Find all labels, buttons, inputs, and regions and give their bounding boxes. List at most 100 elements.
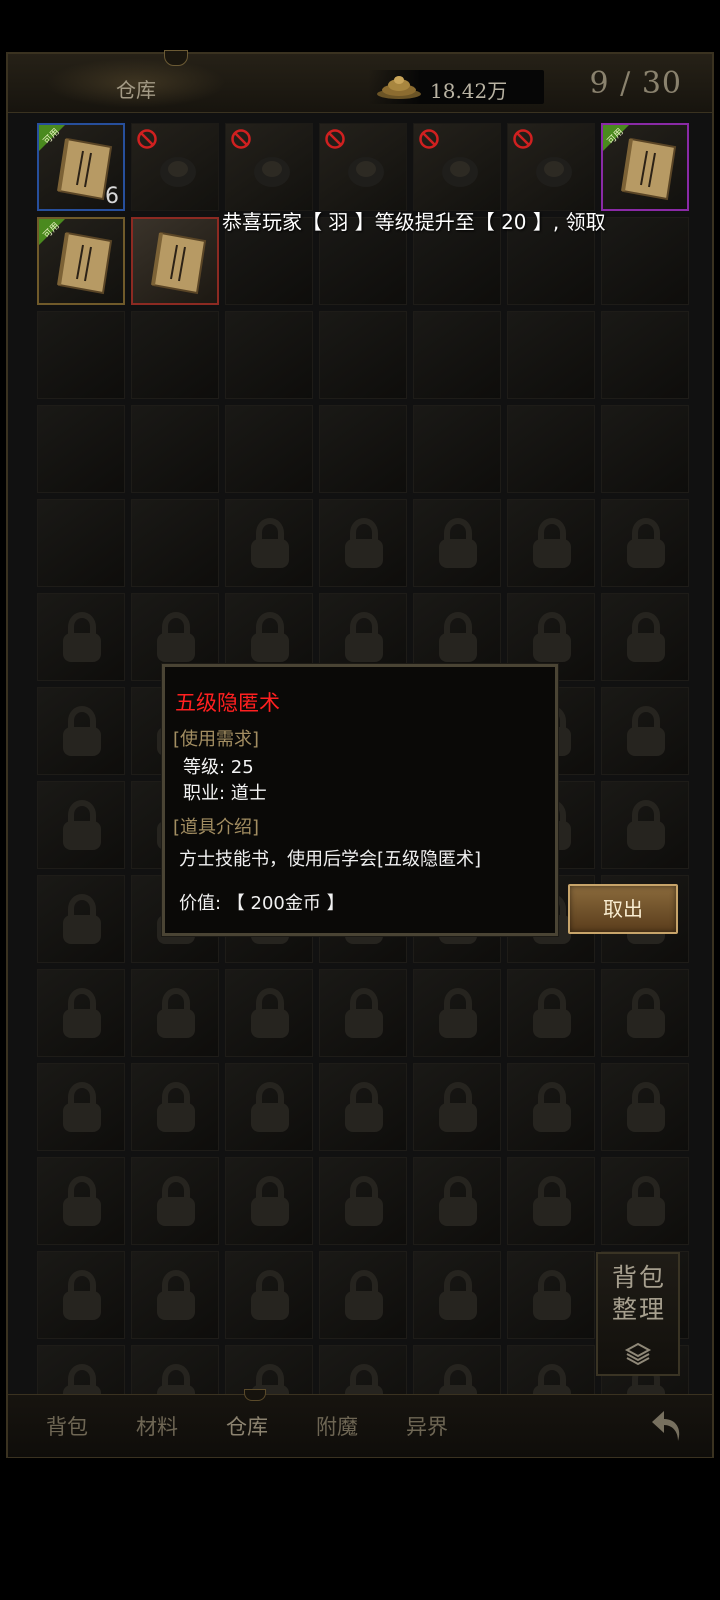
locked-slot[interactable] (601, 593, 689, 681)
lock-icon (439, 1270, 477, 1320)
empty-slot[interactable] (37, 499, 125, 587)
locked-slot[interactable] (413, 1063, 501, 1151)
locked-slot[interactable] (37, 1251, 125, 1339)
inventory-slot-skill-book-4[interactable] (131, 217, 219, 305)
locked-slot[interactable] (225, 1157, 313, 1245)
sort-bag-button[interactable]: 背包 整理 (596, 1252, 680, 1376)
locked-slot[interactable] (413, 499, 501, 587)
locked-slot[interactable] (131, 1251, 219, 1339)
equipment-icon (254, 157, 290, 187)
locked-slot[interactable] (507, 1157, 595, 1245)
empty-slot[interactable] (319, 311, 407, 399)
tab-materials[interactable]: 材料 (136, 1411, 178, 1441)
locked-slot[interactable] (601, 969, 689, 1057)
locked-slot[interactable] (413, 1251, 501, 1339)
locked-slot[interactable] (601, 687, 689, 775)
empty-slot[interactable] (601, 217, 689, 305)
empty-slot[interactable] (413, 311, 501, 399)
empty-slot[interactable] (225, 311, 313, 399)
lock-icon (627, 612, 665, 662)
empty-slot[interactable] (225, 405, 313, 493)
unusable-icon (231, 129, 251, 149)
stack-count: 6 (105, 184, 119, 209)
empty-slot[interactable] (37, 405, 125, 493)
empty-slot[interactable] (507, 311, 595, 399)
locked-slot[interactable] (601, 1157, 689, 1245)
locked-slot[interactable] (37, 1157, 125, 1245)
locked-slot[interactable] (319, 969, 407, 1057)
inventory-slot-gem[interactable] (225, 123, 313, 211)
locked-slot[interactable] (601, 499, 689, 587)
lock-icon (439, 612, 477, 662)
locked-slot[interactable] (225, 1251, 313, 1339)
lock-icon (63, 894, 101, 944)
empty-slot[interactable] (131, 405, 219, 493)
lock-icon (251, 988, 289, 1038)
tab-warehouse[interactable]: 仓库 (226, 1411, 268, 1441)
locked-slot[interactable] (319, 1251, 407, 1339)
locked-slot[interactable] (507, 1251, 595, 1339)
inventory-slot-helmet[interactable] (131, 123, 219, 211)
locked-slot[interactable] (319, 499, 407, 587)
system-notice: 恭喜玩家【 羽 】等级提升至【 20 】, 领取 (222, 210, 606, 234)
sort-bag-label: 背包 整理 (604, 1262, 674, 1326)
item-value: 价值: 【 200金币 】 (179, 893, 345, 914)
lock-icon (627, 800, 665, 850)
locked-slot[interactable] (507, 969, 595, 1057)
locked-slot[interactable] (413, 1157, 501, 1245)
locked-slot[interactable] (131, 1157, 219, 1245)
take-out-button[interactable]: 取出 (568, 884, 678, 934)
locked-slot[interactable] (319, 1157, 407, 1245)
locked-slot[interactable] (225, 1063, 313, 1151)
inventory-slot-armor[interactable] (319, 123, 407, 211)
locked-slot[interactable] (131, 1063, 219, 1151)
locked-slot[interactable] (413, 969, 501, 1057)
warehouse-tab-header: 仓库 (46, 50, 226, 108)
empty-slot[interactable] (601, 311, 689, 399)
tab-enchant[interactable]: 附魔 (316, 1411, 358, 1441)
tab-backpack[interactable]: 背包 (46, 1411, 88, 1441)
locked-slot[interactable] (37, 969, 125, 1057)
lock-icon (251, 1270, 289, 1320)
empty-slot[interactable] (507, 405, 595, 493)
empty-slot[interactable] (37, 311, 125, 399)
locked-slot[interactable] (225, 969, 313, 1057)
inventory-slot-skill-book[interactable]: 可用 6 (37, 123, 125, 211)
lock-icon (63, 1270, 101, 1320)
locked-slot[interactable] (37, 1063, 125, 1151)
locked-slot[interactable] (37, 781, 125, 869)
locked-slot[interactable] (37, 593, 125, 681)
equipment-icon (348, 157, 384, 187)
locked-slot[interactable] (37, 875, 125, 963)
locked-slot[interactable] (601, 781, 689, 869)
empty-slot[interactable] (319, 405, 407, 493)
unusable-icon (137, 129, 157, 149)
locked-slot[interactable] (225, 499, 313, 587)
lock-icon (627, 988, 665, 1038)
ornament-icon (164, 50, 188, 66)
class-requirement: 职业: 道士 (183, 783, 267, 804)
empty-slot[interactable] (601, 405, 689, 493)
locked-slot[interactable] (319, 1063, 407, 1151)
lock-icon (157, 612, 195, 662)
empty-slot[interactable] (413, 405, 501, 493)
inventory-slot-mask[interactable] (413, 123, 501, 211)
empty-slot[interactable] (131, 499, 219, 587)
inventory-slot-gem-2[interactable] (507, 123, 595, 211)
currency-value: 18.42万 (430, 79, 508, 103)
lock-icon (439, 1176, 477, 1226)
locked-slot[interactable] (37, 687, 125, 775)
locked-slot[interactable] (507, 1063, 595, 1151)
empty-slot[interactable] (131, 311, 219, 399)
lock-icon (533, 1082, 571, 1132)
inventory-slot-skill-book-2[interactable]: 可用 (601, 123, 689, 211)
tab-otherworld[interactable]: 异界 (406, 1411, 448, 1441)
inventory-slot-skill-book-3[interactable]: 可用 (37, 217, 125, 305)
locked-slot[interactable] (131, 969, 219, 1057)
locked-slot[interactable] (507, 499, 595, 587)
equipment-icon (536, 157, 572, 187)
locked-slot[interactable] (601, 1063, 689, 1151)
lock-icon (63, 800, 101, 850)
lock-icon (251, 612, 289, 662)
back-arrow-icon[interactable] (648, 1407, 692, 1447)
